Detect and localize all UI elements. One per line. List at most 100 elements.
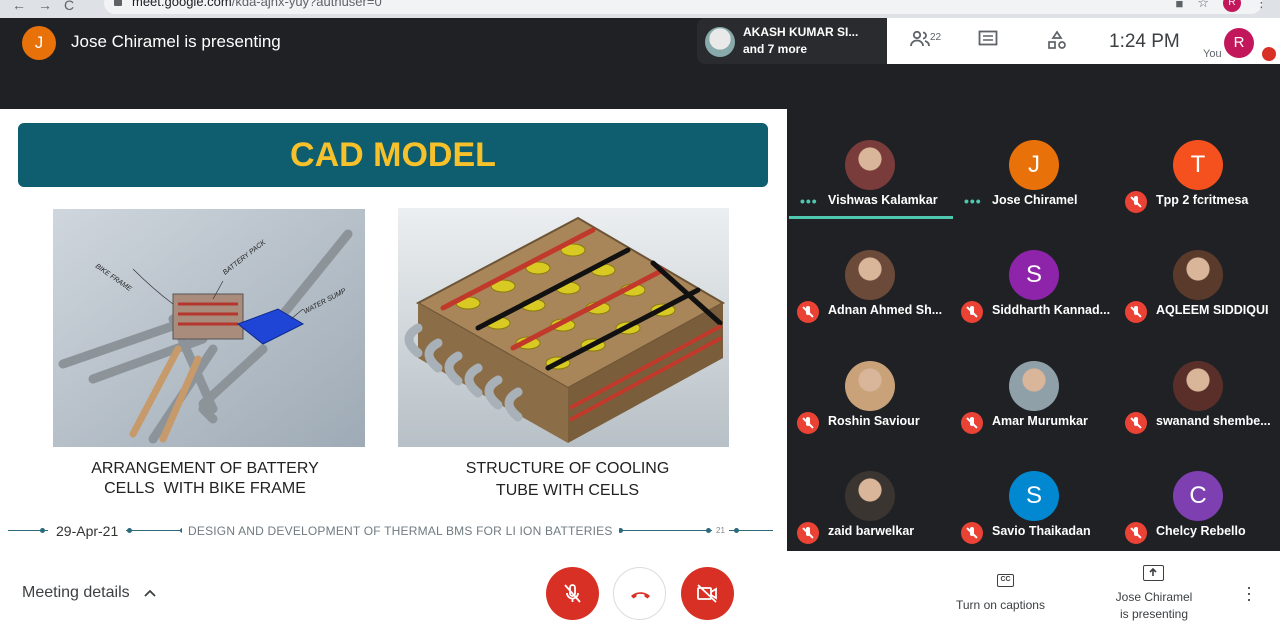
camera-icon[interactable]: ■ <box>1175 0 1183 11</box>
participant-avatar: T <box>1173 140 1223 190</box>
participant-name: Amar Murumkar <box>992 414 1088 428</box>
participant-avatar <box>845 361 895 411</box>
slide-title: CAD MODEL <box>290 136 496 174</box>
browser-nav-icons[interactable]: ←→C <box>12 0 86 13</box>
chevron-up-icon <box>144 584 156 602</box>
footer-page-number: 21 <box>712 526 729 535</box>
participant-tile[interactable]: S Savio Thaikadan <box>952 440 1116 550</box>
participant-tile[interactable]: T Tpp 2 fcritmesa <box>1116 109 1280 219</box>
participant-name: Siddharth Kannad... <box>992 303 1111 317</box>
camera-off-icon <box>697 584 717 603</box>
people-icon[interactable] <box>909 30 931 53</box>
captions-button-label[interactable]: Turn on captions <box>956 598 1045 612</box>
bottom-control-bar: Meeting details CC Turn on captions Jose… <box>0 551 1280 634</box>
speaking-indicator-icon: ••• <box>964 193 982 209</box>
participant-tile[interactable]: Roshin Saviour <box>788 330 952 440</box>
mic-off-icon <box>961 412 983 434</box>
speaking-indicator-icon: ••• <box>800 193 818 209</box>
leave-call-button[interactable] <box>613 567 666 620</box>
participant-name: Vishwas Kalamkar <box>828 193 938 207</box>
footer-dot <box>734 528 739 533</box>
browser-chrome: ←→C meet.google.com/kda-ajnx-yuy?authuse… <box>0 0 1280 18</box>
mic-off-icon <box>1125 301 1147 323</box>
mic-off-icon <box>1125 522 1147 544</box>
self-mic-off-icon <box>1262 47 1276 61</box>
mic-off-icon <box>797 412 819 434</box>
meeting-details-label: Meeting details <box>22 584 130 601</box>
slide-title-bar: CAD MODEL <box>18 123 768 187</box>
cooling-tube-render <box>398 208 729 447</box>
participant-avatar: C <box>1173 471 1223 521</box>
mic-off-icon <box>961 522 983 544</box>
participant-grid: ••• Vishwas Kalamkar J ••• Jose Chiramel T Tpp… <box>787 109 1280 551</box>
self-avatar[interactable]: R <box>1224 28 1254 58</box>
participant-avatar <box>845 250 895 300</box>
url-host: meet.google.com <box>132 0 232 9</box>
participant-tile[interactable]: S Siddharth Kannad... <box>952 219 1116 329</box>
participant-name: AQLEEM SIDDIQUI <box>1156 303 1269 317</box>
participant-name: Adnan Ahmed Sh... <box>828 303 943 317</box>
address-bar[interactable]: meet.google.com/kda-ajnx-yuy?authuser=0 <box>104 0 1262 14</box>
participant-avatar: S <box>1009 471 1059 521</box>
captions-icon[interactable]: CC <box>997 574 1014 587</box>
footer-dot <box>706 528 711 533</box>
present-screen-icon[interactable] <box>1143 565 1164 581</box>
meeting-details-button[interactable]: Meeting details <box>22 584 156 602</box>
presenter-avatar: J <box>22 26 56 60</box>
participant-avatar <box>845 140 895 190</box>
participant-tile[interactable]: swanand shembe... <box>1116 330 1280 440</box>
participant-name: Savio Thaikadan <box>992 524 1091 538</box>
participant-tile[interactable]: Amar Murumkar <box>952 330 1116 440</box>
participant-name: Chelcy Rebello <box>1156 524 1246 538</box>
participant-count: 22 <box>930 32 942 43</box>
mic-off-icon <box>1125 412 1147 434</box>
participant-avatar <box>1009 361 1059 411</box>
participant-avatar <box>1173 361 1223 411</box>
participant-name: Roshin Saviour <box>828 414 920 428</box>
caption2-line2: TUBE WITH CELLS <box>495 482 640 499</box>
participant-tile[interactable]: J ••• Jose Chiramel <box>952 109 1116 219</box>
mic-off-icon <box>961 301 983 323</box>
browser-actions: ■ ☆ R ⋮ <box>1175 0 1268 12</box>
caption-cooling-structure: STRUCTURE OF COOLING TUBE WITH CELLS <box>420 458 715 502</box>
mic-off-icon <box>1125 191 1147 213</box>
mic-off-icon <box>797 522 819 544</box>
bike-frame-render: BIKE FRAME BATTERY PACK WATER SUMP <box>53 209 365 447</box>
mic-off-icon <box>797 301 819 323</box>
star-icon[interactable]: ☆ <box>1197 0 1209 11</box>
participant-name: Jose Chiramel <box>992 193 1078 207</box>
you-label: You <box>1203 48 1222 60</box>
mic-toggle-button[interactable] <box>546 567 599 620</box>
caption1-line2: CELLS WITH BIKE FRAME <box>104 480 306 497</box>
camera-toggle-button[interactable] <box>681 567 734 620</box>
activities-icon[interactable] <box>1047 30 1067 55</box>
participant-avatar: J <box>1009 140 1059 190</box>
caption1-line1: ARRANGEMENT OF BATTERY <box>91 460 319 477</box>
footer-title: DESIGN AND DEVELOPMENT OF THERMAL BMS FO… <box>182 524 619 538</box>
url-path: /kda-ajnx-yuy?authuser=0 <box>231 0 382 9</box>
participant-avatar <box>1173 250 1223 300</box>
speaker-avatar <box>705 27 735 57</box>
more-options-icon[interactable]: · · · <box>1246 578 1252 608</box>
speaker-more: and 7 more <box>743 42 808 56</box>
presenting-button-label[interactable]: Jose Chiramel is presenting <box>1110 589 1198 623</box>
chat-icon[interactable] <box>978 30 998 53</box>
participant-tile[interactable]: C Chelcy Rebello <box>1116 440 1280 550</box>
footer-dot <box>40 528 45 533</box>
caption-battery-arrangement: ARRANGEMENT OF BATTERY CELLS WITH BIKE F… <box>60 459 350 499</box>
profile-avatar[interactable]: R <box>1223 0 1241 12</box>
caption2-line1: STRUCTURE OF COOLING <box>465 460 670 477</box>
clock: 1:24 PM <box>1109 31 1180 52</box>
lock-icon <box>114 0 122 6</box>
participant-tile[interactable]: Adnan Ahmed Sh... <box>788 219 952 329</box>
participant-tile[interactable]: zaid barwelkar <box>788 440 952 550</box>
participant-name: Tpp 2 fcritmesa <box>1156 193 1249 207</box>
active-speakers-chip[interactable]: AKASH KUMAR SI... and 7 more <box>697 18 887 64</box>
speaker-name: AKASH KUMAR SI... <box>743 25 859 39</box>
participant-name: zaid barwelkar <box>828 524 915 538</box>
footer-date: 29-Apr-21 <box>48 523 127 539</box>
participant-name: swanand shembe... <box>1156 414 1271 428</box>
participant-tile[interactable]: AQLEEM SIDDIQUI <box>1116 219 1280 329</box>
browser-menu-icon[interactable]: ⋮ <box>1255 0 1268 11</box>
participant-tile[interactable]: ••• Vishwas Kalamkar <box>788 109 953 219</box>
